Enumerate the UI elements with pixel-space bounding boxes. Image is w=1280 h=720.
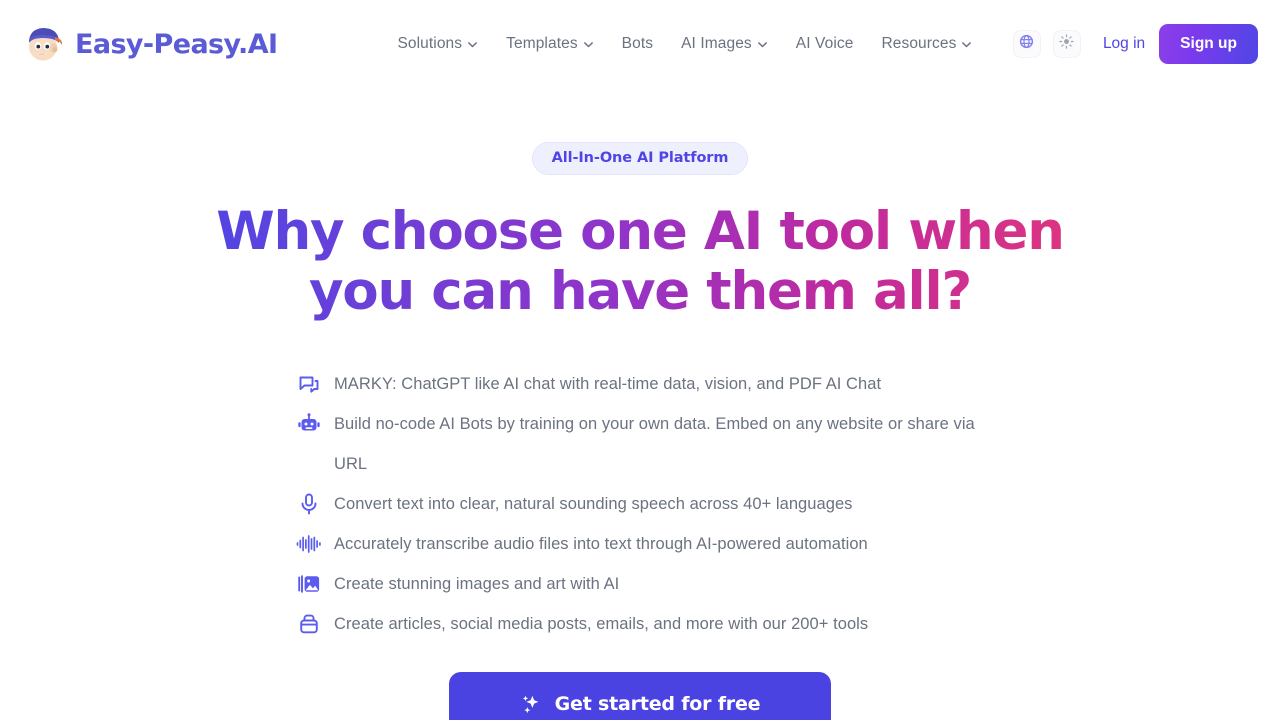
microphone-icon bbox=[295, 484, 323, 524]
list-item-label: Create articles, social media posts, ema… bbox=[334, 614, 869, 633]
headline-line-1: Why choose one AI tool when bbox=[216, 201, 1064, 262]
theme-toggle-button[interactable] bbox=[1052, 30, 1081, 58]
sparkles-icon bbox=[520, 693, 542, 715]
chevron-down-icon bbox=[961, 39, 972, 50]
list-item: MARKY: ChatGPT like AI chat with real-ti… bbox=[295, 364, 985, 404]
nav-item-label: Resources bbox=[881, 35, 957, 52]
brand-name: Easy-Peasy.AI bbox=[75, 28, 278, 60]
toolbox-icon bbox=[295, 604, 323, 644]
list-item-label: MARKY: ChatGPT like AI chat with real-ti… bbox=[334, 374, 882, 393]
hero-section: All-In-One AI Platform Why choose one AI… bbox=[0, 88, 1280, 720]
get-started-button-label: Get started for free bbox=[554, 692, 761, 715]
list-item: Accurately transcribe audio files into t… bbox=[295, 524, 985, 564]
signup-button[interactable]: Sign up bbox=[1159, 24, 1258, 64]
nav-item-bots[interactable]: Bots bbox=[622, 35, 653, 53]
feature-list: MARKY: ChatGPT like AI chat with real-ti… bbox=[295, 364, 985, 644]
list-item-label: Create stunning images and art with AI bbox=[334, 574, 620, 593]
nav-item-resources[interactable]: Resources bbox=[881, 35, 972, 53]
header-actions: Log in Sign up bbox=[1012, 24, 1258, 64]
audio-waveform-icon bbox=[295, 524, 323, 564]
nav-item-label: AI Images bbox=[681, 35, 752, 52]
brand-logo[interactable]: Easy-Peasy.AI bbox=[22, 22, 278, 66]
list-item: Create stunning images and art with AI bbox=[295, 564, 985, 604]
list-item-label: Convert text into clear, natural soundin… bbox=[334, 494, 853, 513]
chevron-down-icon bbox=[467, 39, 478, 50]
images-icon bbox=[295, 564, 323, 604]
cta-container: Get started for free bbox=[0, 671, 1280, 720]
get-started-button[interactable]: Get started for free bbox=[449, 671, 831, 720]
nav-item-label: AI Voice bbox=[795, 35, 854, 52]
status-badge: All-In-One AI Platform bbox=[531, 142, 749, 175]
list-item: Build no-code AI Bots by training on you… bbox=[295, 404, 985, 484]
list-item-label: Build no-code AI Bots by training on you… bbox=[334, 414, 975, 473]
nav-item-solutions[interactable]: Solutions bbox=[397, 35, 478, 53]
chevron-down-icon bbox=[583, 39, 594, 50]
login-link[interactable]: Log in bbox=[1103, 35, 1145, 53]
chat-bubbles-icon bbox=[295, 364, 323, 404]
nav-item-label: Bots bbox=[621, 35, 654, 52]
primary-nav: Solutions Templates Bots AI Images AI Vo… bbox=[397, 35, 972, 53]
globe-icon bbox=[1019, 34, 1034, 54]
robot-icon bbox=[295, 404, 323, 444]
nav-item-ai-voice[interactable]: AI Voice bbox=[796, 35, 854, 53]
language-switcher-button[interactable] bbox=[1012, 30, 1041, 58]
list-item: Convert text into clear, natural soundin… bbox=[295, 484, 985, 524]
site-header: Easy-Peasy.AI Solutions Templates Bots A… bbox=[0, 0, 1280, 88]
chevron-down-icon bbox=[757, 39, 768, 50]
list-item: Create articles, social media posts, ema… bbox=[295, 604, 985, 644]
nav-item-ai-images[interactable]: AI Images bbox=[681, 35, 768, 53]
nav-item-templates[interactable]: Templates bbox=[506, 35, 594, 53]
nav-item-label: Solutions bbox=[397, 35, 463, 52]
page-title: Why choose one AI tool when you can have… bbox=[190, 202, 1090, 322]
headline-line-2: you can have them all? bbox=[308, 260, 972, 322]
list-item-label: Accurately transcribe audio files into t… bbox=[334, 534, 868, 553]
nav-item-label: Templates bbox=[506, 35, 578, 52]
mascot-face-icon bbox=[22, 22, 66, 66]
sun-icon bbox=[1059, 34, 1075, 54]
